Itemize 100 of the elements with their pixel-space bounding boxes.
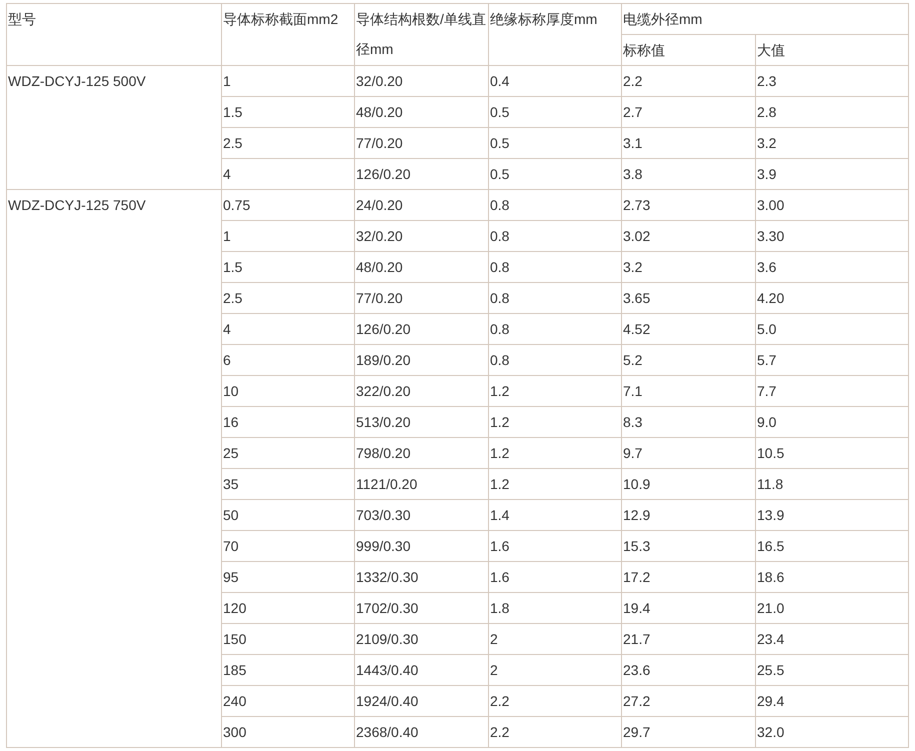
- table-cell: 703/0.30: [354, 500, 488, 530]
- table-cell: 10.9: [622, 468, 756, 500]
- table-cell: 21.0: [756, 592, 909, 624]
- table-cell: 1.2: [488, 438, 622, 468]
- table-cell: 0.5: [488, 158, 622, 190]
- table-cell: 1702/0.30: [354, 592, 488, 624]
- table-cell: 35: [222, 468, 354, 500]
- table-cell: 1.6: [488, 562, 622, 592]
- table-cell: 126/0.20: [354, 314, 488, 344]
- table-cell: WDZ-DCYJ-125 750V: [6, 190, 222, 748]
- table-cell: 3.02: [622, 220, 756, 252]
- table-cell: 2.2: [488, 686, 622, 716]
- table-cell: 2.73: [622, 190, 756, 220]
- table-cell: 3.9: [756, 158, 909, 190]
- table-cell: 3.2: [756, 128, 909, 158]
- table-cell: 29.4: [756, 686, 909, 716]
- column-header: 型号: [6, 4, 222, 66]
- table-cell: 0.8: [488, 314, 622, 344]
- table-cell: 10.5: [756, 438, 909, 468]
- table-cell: 322/0.20: [354, 376, 488, 406]
- table-cell: 0.5: [488, 96, 622, 128]
- table-cell: 2: [488, 624, 622, 654]
- table-cell: 0.8: [488, 190, 622, 220]
- table-cell: 1.8: [488, 592, 622, 624]
- table-cell: 1.6: [488, 530, 622, 562]
- table-cell: 0.8: [488, 282, 622, 314]
- table-cell: 18.6: [756, 562, 909, 592]
- table-cell: 120: [222, 592, 354, 624]
- table-cell: 17.2: [622, 562, 756, 592]
- table-cell: 150: [222, 624, 354, 654]
- column-header: 电缆外径mm: [622, 4, 909, 34]
- table-cell: 0.8: [488, 220, 622, 252]
- table-cell: 5.2: [622, 344, 756, 376]
- table-cell: 77/0.20: [354, 282, 488, 314]
- column-header: 大值: [756, 34, 909, 66]
- table-cell: 24/0.20: [354, 190, 488, 220]
- table-cell: 11.8: [756, 468, 909, 500]
- table-cell: 0.4: [488, 66, 622, 96]
- table-cell: 1332/0.30: [354, 562, 488, 592]
- column-header: 绝缘标称厚度mm: [488, 4, 622, 66]
- table-cell: 21.7: [622, 624, 756, 654]
- table-cell: 48/0.20: [354, 96, 488, 128]
- column-header: 导体结构根数/单线直径mm: [354, 4, 488, 66]
- table-cell: 32/0.20: [354, 66, 488, 96]
- table-cell: 23.6: [622, 654, 756, 686]
- table-cell: 77/0.20: [354, 128, 488, 158]
- table-cell: 3.65: [622, 282, 756, 314]
- table-cell: 2.2: [622, 66, 756, 96]
- table-cell: 999/0.30: [354, 530, 488, 562]
- table-cell: 1.5: [222, 252, 354, 282]
- table-cell: WDZ-DCYJ-125 500V: [6, 66, 222, 190]
- table-cell: 2109/0.30: [354, 624, 488, 654]
- table-cell: 1: [222, 66, 354, 96]
- column-header: 导体标称截面mm2: [222, 4, 354, 66]
- table-cell: 1.2: [488, 406, 622, 438]
- table-cell: 2.2: [488, 716, 622, 748]
- table-cell: 16: [222, 406, 354, 438]
- table-cell: 0.75: [222, 190, 354, 220]
- table-cell: 32.0: [756, 716, 909, 748]
- table-cell: 300: [222, 716, 354, 748]
- table-cell: 27.2: [622, 686, 756, 716]
- table-cell: 32/0.20: [354, 220, 488, 252]
- table-cell: 25.5: [756, 654, 909, 686]
- table-cell: 513/0.20: [354, 406, 488, 438]
- table-cell: 4: [222, 314, 354, 344]
- table-cell: 189/0.20: [354, 344, 488, 376]
- table-cell: 3.1: [622, 128, 756, 158]
- table-cell: 15.3: [622, 530, 756, 562]
- table-cell: 4: [222, 158, 354, 190]
- table-cell: 1.2: [488, 468, 622, 500]
- table-cell: 10: [222, 376, 354, 406]
- table-cell: 19.4: [622, 592, 756, 624]
- table-cell: 2.5: [222, 128, 354, 158]
- column-header: 标称值: [622, 34, 756, 66]
- table-cell: 0.8: [488, 252, 622, 282]
- table-cell: 3.00: [756, 190, 909, 220]
- table-cell: 1: [222, 220, 354, 252]
- table-cell: 12.9: [622, 500, 756, 530]
- table-cell: 5.7: [756, 344, 909, 376]
- table-cell: 3.2: [622, 252, 756, 282]
- table-cell: 6: [222, 344, 354, 376]
- table-cell: 8.3: [622, 406, 756, 438]
- table-cell: 16.5: [756, 530, 909, 562]
- table-cell: 29.7: [622, 716, 756, 748]
- table-cell: 126/0.20: [354, 158, 488, 190]
- table-cell: 1121/0.20: [354, 468, 488, 500]
- table-cell: 2.8: [756, 96, 909, 128]
- table-cell: 13.9: [756, 500, 909, 530]
- table-cell: 3.6: [756, 252, 909, 282]
- table-cell: 50: [222, 500, 354, 530]
- table-cell: 1.4: [488, 500, 622, 530]
- table-cell: 1.2: [488, 376, 622, 406]
- table-cell: 95: [222, 562, 354, 592]
- table-cell: 798/0.20: [354, 438, 488, 468]
- table-cell: 4.52: [622, 314, 756, 344]
- table-cell: 185: [222, 654, 354, 686]
- table-cell: 7.7: [756, 376, 909, 406]
- table-cell: 5.0: [756, 314, 909, 344]
- table-cell: 9.0: [756, 406, 909, 438]
- table-cell: 2: [488, 654, 622, 686]
